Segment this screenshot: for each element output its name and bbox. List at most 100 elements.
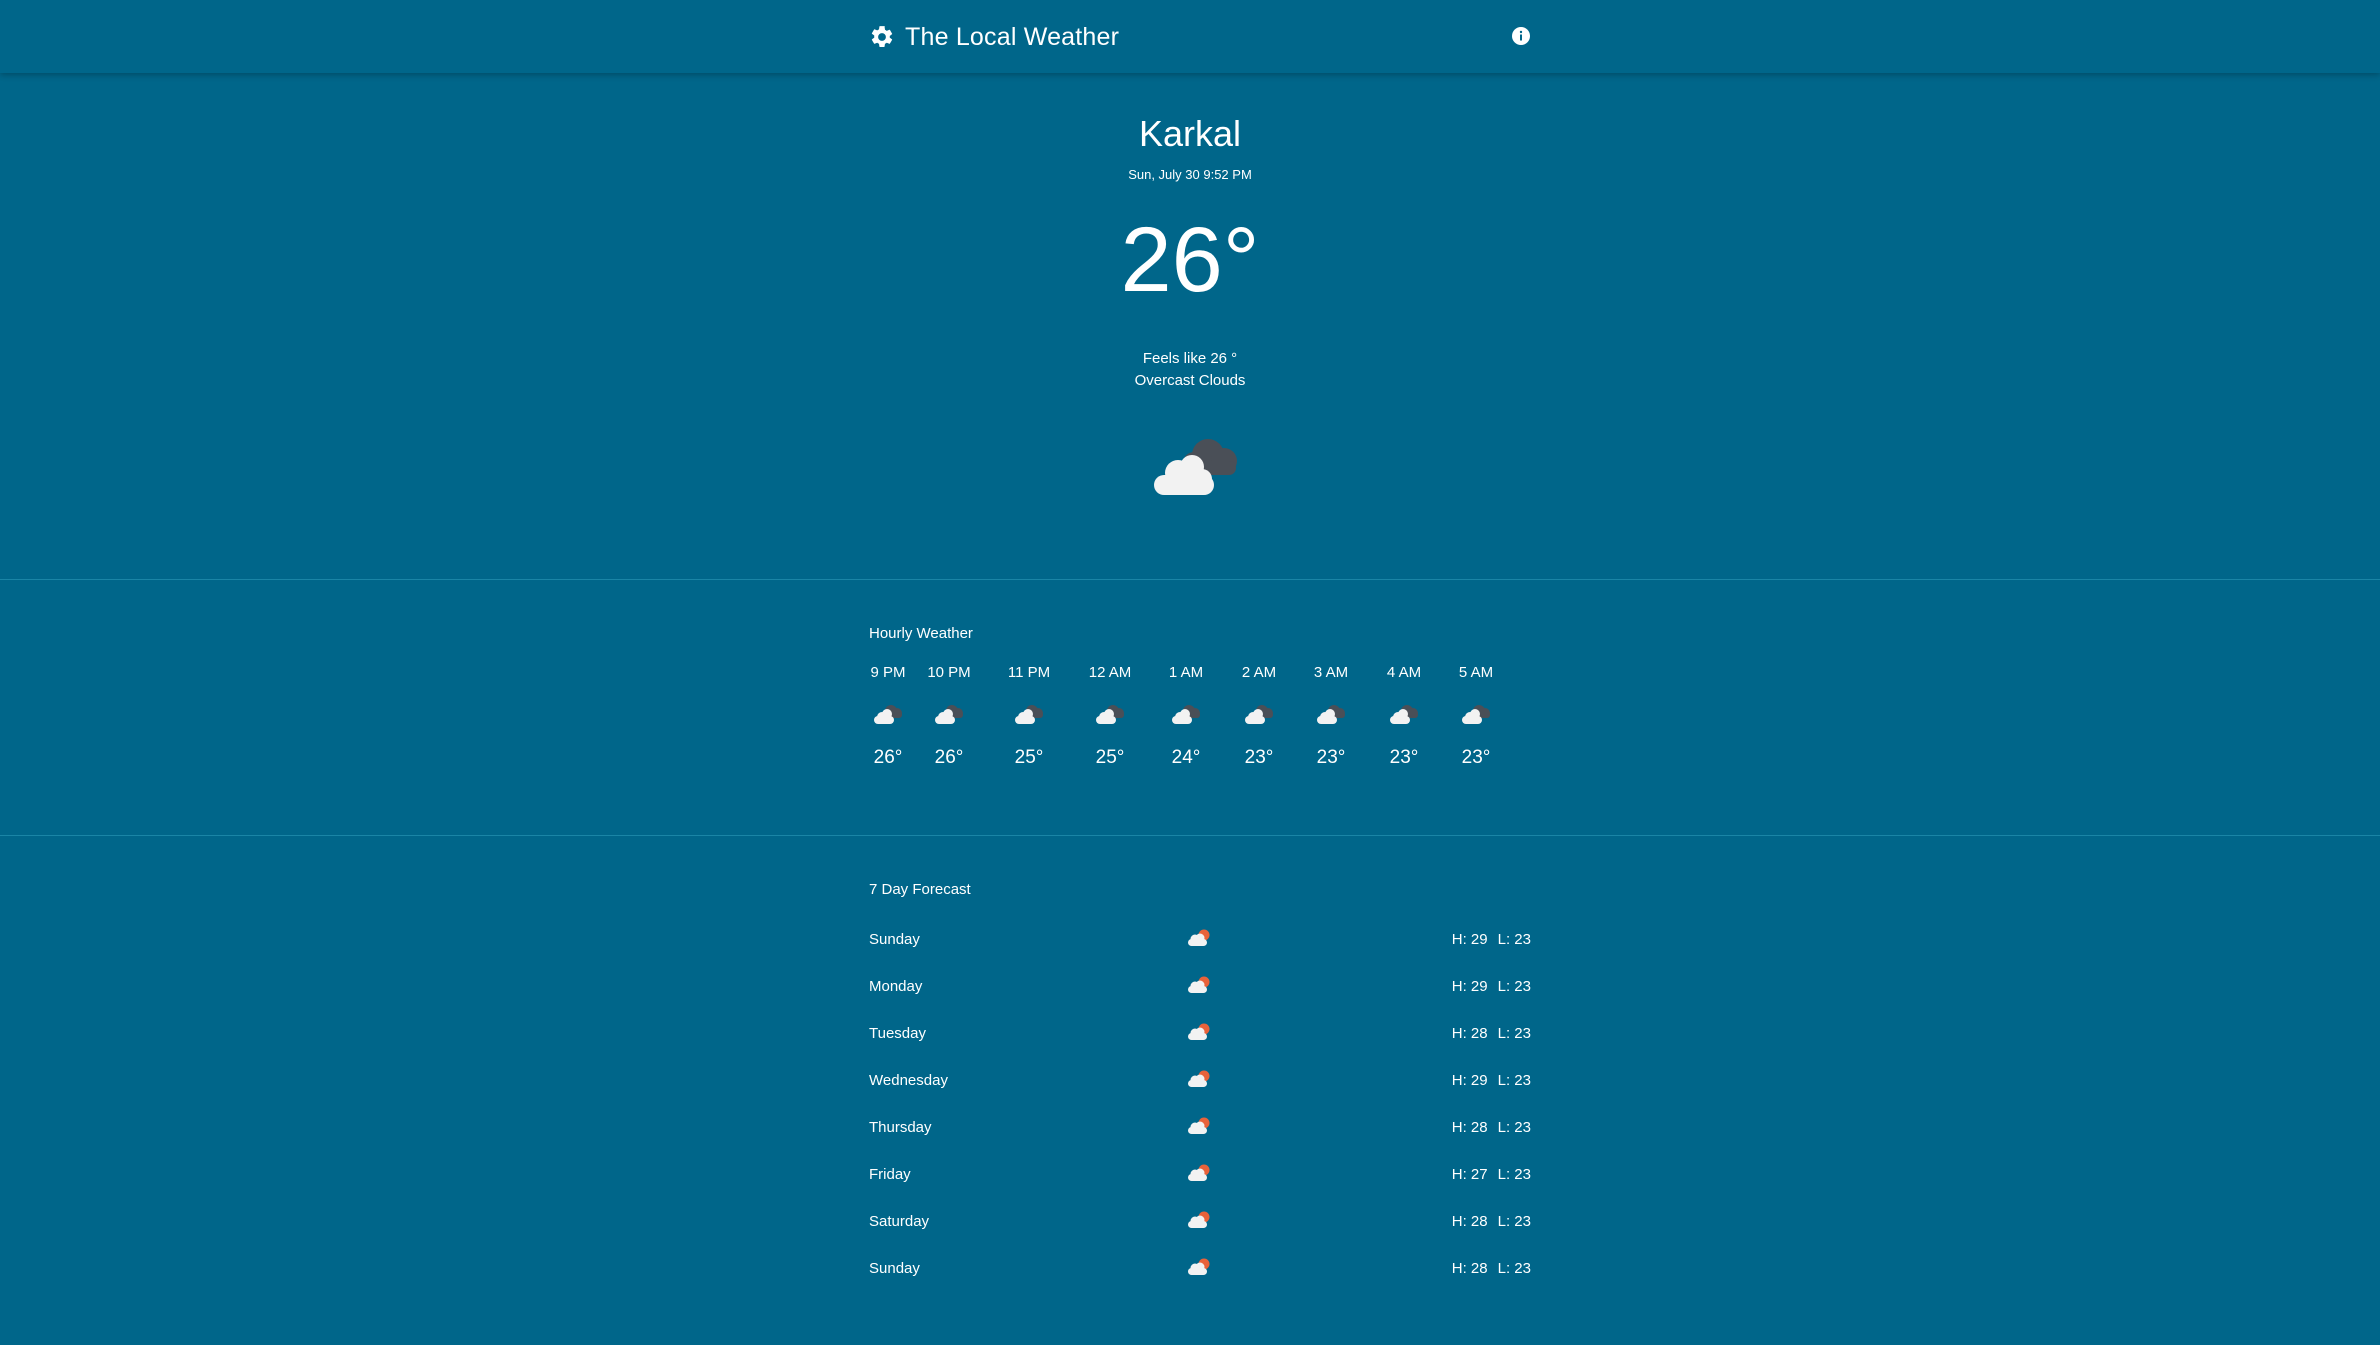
forecast-day: Saturday [869, 1213, 930, 1230]
city-name: Karkal [1138, 113, 1242, 154]
hourly-time: 9 PM [870, 664, 906, 681]
hourly-time: 12 AM [1088, 664, 1132, 681]
forecast-high: H: 29 [1451, 978, 1488, 995]
cloud-sun-icon [1188, 1070, 1210, 1087]
hourly-title: Hourly Weather [869, 625, 973, 642]
hourly-time: 1 AM [1168, 664, 1204, 681]
forecast-row: Tuesday H: 28 L: 23 [869, 1007, 1531, 1054]
app-title: The Local Weather [905, 22, 1120, 51]
hourly-weather: Hourly Weather 9 PM 26° 10 PM 26° 11 PM 25° 12… [869, 625, 1529, 768]
forecast-high-low: H: 28 L: 23 [1452, 1260, 1531, 1277]
cloud-night-icon [1317, 705, 1345, 724]
forecast-row: Thursday H: 28 L: 23 [869, 1101, 1531, 1148]
hourly-temperature: 23° [1244, 747, 1274, 768]
current-temperature: 26° [1120, 209, 1260, 311]
hourly-item: 3 AM 23° [1298, 664, 1364, 769]
current-weather: Karkal Sun, July 30 9:52 PM 26° Feels li… [0, 73, 2380, 579]
forecast-high-low: H: 29 L: 23 [1452, 931, 1531, 948]
hourly-time: 10 PM [927, 664, 971, 681]
current-datetime: Sun, July 30 9:52 PM [1128, 167, 1252, 182]
hourly-item: 2 AM 23° [1226, 664, 1292, 769]
cloud-night-icon [935, 705, 963, 724]
hourly-temperature: 23° [1389, 747, 1419, 768]
forecast-day: Wednesday [869, 1072, 948, 1089]
forecast-high-low: H: 28 L: 23 [1452, 1213, 1531, 1230]
hourly-temperature: 23° [1461, 747, 1491, 768]
cloud-sun-icon [1188, 1164, 1210, 1181]
hourly-time: 11 PM [1007, 664, 1051, 681]
forecast-day: Monday [869, 978, 923, 995]
cloud-sun-icon [1188, 976, 1210, 993]
forecast-row: Saturday H: 28 L: 23 [869, 1195, 1531, 1242]
hourly-temperature: 26° [934, 747, 964, 768]
section-divider [0, 579, 2380, 580]
cloud-sun-icon [1188, 929, 1210, 946]
hourly-list: 9 PM 26° 10 PM 26° 11 PM 25° 12 AM 25° 1 AM 24° 2 … [869, 664, 1529, 794]
hourly-item: 12 AM 25° [1077, 664, 1143, 769]
forecast-high: H: 29 [1451, 931, 1488, 948]
forecast-high-low: H: 28 L: 23 [1452, 1119, 1531, 1136]
cloud-night-icon [1172, 705, 1200, 724]
hourly-temperature: 26° [873, 747, 903, 768]
forecast-high: H: 28 [1451, 1119, 1488, 1136]
forecast-day: Friday [869, 1166, 911, 1183]
feels-like: Feels like 26 ° [1142, 350, 1238, 367]
forecast-low: L: 23 [1497, 931, 1531, 948]
cloud-night-icon [874, 705, 902, 724]
cloud-sun-icon [1188, 1258, 1210, 1275]
hourly-time: 2 AM [1241, 664, 1277, 681]
hourly-item: 5 AM 23° [1443, 664, 1509, 769]
hourly-temperature: 25° [1014, 747, 1044, 768]
gear-icon[interactable] [869, 24, 895, 50]
forecast-row: Monday H: 29 L: 23 [869, 960, 1531, 1007]
hourly-temperature: 25° [1095, 747, 1125, 768]
weather-description: Overcast Clouds [1134, 372, 1246, 389]
forecast-high: H: 28 [1451, 1025, 1488, 1042]
forecast-day: Tuesday [869, 1025, 926, 1042]
cloud-night-icon [1245, 705, 1273, 724]
cloud-sun-icon [1188, 1117, 1210, 1134]
section-divider [0, 835, 2380, 836]
hourly-time: 4 AM [1386, 664, 1422, 681]
forecast-high: H: 28 [1451, 1260, 1488, 1277]
forecast-high-low: H: 28 L: 23 [1452, 1025, 1531, 1042]
cloud-night-icon [1015, 705, 1043, 724]
forecast-row: Friday H: 27 L: 23 [869, 1148, 1531, 1195]
brand: The Local Weather [869, 20, 1119, 54]
info-icon[interactable] [1511, 26, 1531, 46]
cloud-night-icon [1390, 705, 1418, 724]
cloud-night-icon [1096, 705, 1124, 724]
overcast-clouds-night-icon [1146, 427, 1252, 503]
forecast-high-low: H: 29 L: 23 [1452, 978, 1531, 995]
forecast-high: H: 28 [1451, 1213, 1488, 1230]
hourly-item: 4 AM 23° [1371, 664, 1437, 769]
forecast-high: H: 29 [1451, 1072, 1488, 1089]
cloud-night-icon [1462, 705, 1490, 724]
hourly-item: 10 PM 26° [916, 664, 982, 769]
forecast-high-low: H: 29 L: 23 [1452, 1072, 1531, 1089]
info-button[interactable] [1511, 26, 1531, 46]
forecast-low: L: 23 [1497, 1166, 1531, 1183]
forecast-row: Sunday H: 28 L: 23 [869, 1242, 1531, 1289]
forecast-low: L: 23 [1497, 1119, 1531, 1136]
hourly-temperature: 24° [1171, 747, 1201, 768]
hourly-time: 5 AM [1458, 664, 1494, 681]
forecast-title: 7 Day Forecast [869, 881, 971, 898]
forecast-day: Sunday [869, 931, 920, 948]
forecast-low: L: 23 [1497, 1025, 1531, 1042]
hourly-item: 11 PM 25° [996, 664, 1062, 769]
forecast-row: Wednesday H: 29 L: 23 [869, 1054, 1531, 1101]
top-bar: The Local Weather [0, 0, 2380, 73]
hourly-temperature: 23° [1316, 747, 1346, 768]
seven-day-forecast: 7 Day Forecast Sunday H: 29 L: 23 Monday H: … [869, 881, 1531, 1277]
cloud-sun-icon [1188, 1023, 1210, 1040]
forecast-list: Sunday H: 29 L: 23 Monday H: 29 L: 23 Tuesday H… [869, 913, 1531, 1289]
forecast-low: L: 23 [1497, 1213, 1531, 1230]
forecast-low: L: 23 [1497, 978, 1531, 995]
hourly-item: 9 PM 26° [855, 664, 921, 769]
hourly-time: 3 AM [1313, 664, 1349, 681]
forecast-low: L: 23 [1497, 1072, 1531, 1089]
forecast-low: L: 23 [1497, 1260, 1531, 1277]
forecast-day: Thursday [869, 1119, 932, 1136]
forecast-day: Sunday [869, 1260, 920, 1277]
